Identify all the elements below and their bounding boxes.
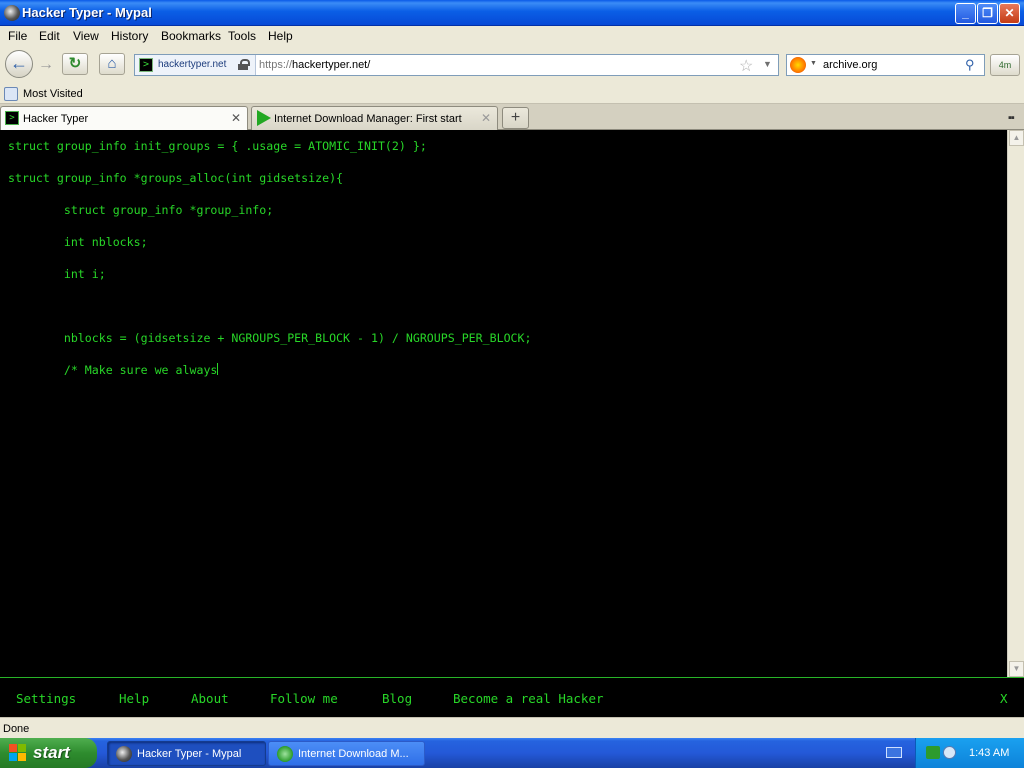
- code-line: struct group_info *group_info;: [8, 203, 274, 217]
- url-host: hackertyper.net/: [292, 59, 371, 71]
- footer-close-button[interactable]: X: [1000, 691, 1008, 706]
- most-visited-icon: [4, 87, 18, 101]
- windows-taskbar: start Hacker Typer - Mypal Internet Down…: [0, 738, 1024, 768]
- tab-label: Hacker Typer: [23, 113, 89, 125]
- menu-tools[interactable]: Tools: [228, 29, 256, 43]
- search-bar[interactable]: ▼ archive.org ⚲: [786, 54, 985, 76]
- task-label: Hacker Typer - Mypal: [137, 748, 242, 760]
- code-line: int nblocks;: [8, 235, 148, 249]
- footer-about-link[interactable]: About: [191, 691, 229, 706]
- footer-settings-link[interactable]: Settings: [16, 691, 76, 706]
- scroll-up-arrow-icon[interactable]: ▲: [1009, 130, 1024, 146]
- menu-edit[interactable]: Edit: [39, 29, 60, 43]
- minimize-button[interactable]: _: [955, 3, 976, 24]
- window-title-bar: Hacker Typer - Mypal _ ❐ ✕: [0, 0, 1024, 26]
- footer-blog-link[interactable]: Blog: [382, 691, 412, 706]
- tab-strip: > Hacker Typer ✕ Internet Download Manag…: [0, 104, 1024, 130]
- url-text[interactable]: https://hackertyper.net/: [259, 59, 370, 71]
- list-all-tabs-icon[interactable]: ▪▪: [1008, 112, 1015, 124]
- start-button[interactable]: start: [0, 738, 97, 768]
- idm-play-icon: [257, 110, 271, 126]
- windows-flag-icon: [9, 744, 27, 762]
- start-label: start: [33, 743, 70, 762]
- code-line: /* Make sure we always: [8, 363, 219, 377]
- code-line: struct group_info init_groups = { .usage…: [8, 139, 427, 153]
- search-input[interactable]: archive.org: [823, 59, 877, 71]
- search-magnifier-icon[interactable]: ⚲: [965, 57, 975, 73]
- menu-help[interactable]: Help: [268, 29, 293, 43]
- task-label: Internet Download M...: [298, 748, 409, 760]
- hackertyper-favicon-icon: >: [139, 58, 153, 72]
- back-arrow-icon[interactable]: ←: [5, 50, 33, 78]
- window-title: Hacker Typer - Mypal: [22, 5, 152, 20]
- footer-follow-me-link[interactable]: Follow me: [270, 691, 338, 706]
- tab-close-icon[interactable]: ✕: [231, 111, 241, 125]
- typed-code: struct group_info init_groups = { .usage…: [8, 138, 532, 378]
- menu-view[interactable]: View: [73, 29, 99, 43]
- tab-label: Internet Download Manager: First start: [274, 113, 462, 125]
- idm-task-icon: [277, 746, 293, 762]
- text-cursor: [217, 363, 219, 375]
- url-scheme: https://: [259, 59, 293, 71]
- vertical-scrollbar[interactable]: ▲ ▼: [1007, 130, 1024, 677]
- status-bar: Done: [0, 717, 1024, 738]
- network-icon[interactable]: [926, 746, 940, 759]
- hacker-typer-footer-menu: Settings Help About Follow me Blog Becom…: [0, 677, 1024, 717]
- footer-become-hacker-link[interactable]: Become a real Hacker: [453, 691, 604, 706]
- url-history-dropdown-icon[interactable]: ▼: [763, 59, 772, 69]
- home-icon[interactable]: ⌂: [99, 53, 125, 75]
- menu-file[interactable]: File: [8, 29, 27, 43]
- tab-hacker-typer[interactable]: > Hacker Typer ✕: [0, 106, 248, 130]
- tab-close-icon[interactable]: ✕: [481, 111, 491, 125]
- site-identity-button[interactable]: > hackertyper.net: [135, 55, 256, 75]
- code-line: int i;: [8, 267, 106, 281]
- maximize-button[interactable]: ❐: [977, 3, 998, 24]
- mypal-app-icon[interactable]: [4, 5, 20, 21]
- forward-arrow-icon[interactable]: →: [35, 55, 57, 75]
- url-bar[interactable]: > hackertyper.net https://hackertyper.ne…: [134, 54, 779, 76]
- tray-app-icon[interactable]: [943, 746, 956, 759]
- tab-idm-first-start[interactable]: Internet Download Manager: First start ✕: [251, 106, 498, 130]
- bookmarks-toolbar: Most Visited: [0, 84, 1024, 104]
- site-identity-host: hackertyper.net: [158, 59, 227, 70]
- hackertyper-tab-icon: >: [5, 111, 19, 125]
- scroll-down-arrow-icon[interactable]: ▼: [1009, 661, 1024, 677]
- menu-bar: File Edit View History Bookmarks Tools H…: [0, 26, 1024, 46]
- search-engine-icon[interactable]: [790, 57, 806, 73]
- keyboard-layout-icon[interactable]: [886, 747, 902, 758]
- code-line: struct group_info *groups_alloc(int gids…: [8, 171, 344, 185]
- footer-help-link[interactable]: Help: [119, 691, 149, 706]
- lock-icon: [238, 59, 250, 70]
- menu-bookmarks[interactable]: Bookmarks: [161, 29, 221, 43]
- system-tray: 1:43 AM: [915, 738, 1024, 768]
- taskbar-item-mypal[interactable]: Hacker Typer - Mypal: [107, 741, 266, 766]
- new-tab-plus-icon[interactable]: +: [502, 107, 529, 129]
- status-text: Done: [3, 723, 30, 735]
- taskbar-item-idm[interactable]: Internet Download M...: [268, 741, 425, 766]
- menu-history[interactable]: History: [111, 29, 148, 43]
- code-line: nblocks = (gidsetsize + NGROUPS_PER_BLOC…: [8, 331, 532, 345]
- navigation-toolbar: ← → ↻ ⌂ > hackertyper.net https://hacker…: [0, 46, 1024, 84]
- close-window-button[interactable]: ✕: [999, 3, 1020, 24]
- mypal-task-icon: [116, 746, 132, 762]
- engine-dropdown-icon[interactable]: ▼: [810, 60, 817, 67]
- reload-icon[interactable]: ↻: [62, 53, 88, 75]
- most-visited-bookmark[interactable]: Most Visited: [23, 88, 83, 100]
- addon-button[interactable]: 4m: [990, 54, 1020, 76]
- hacker-typer-console[interactable]: struct group_info init_groups = { .usage…: [0, 130, 1007, 677]
- clock: 1:43 AM: [969, 747, 1010, 759]
- bookmark-star-icon[interactable]: ☆: [739, 56, 753, 76]
